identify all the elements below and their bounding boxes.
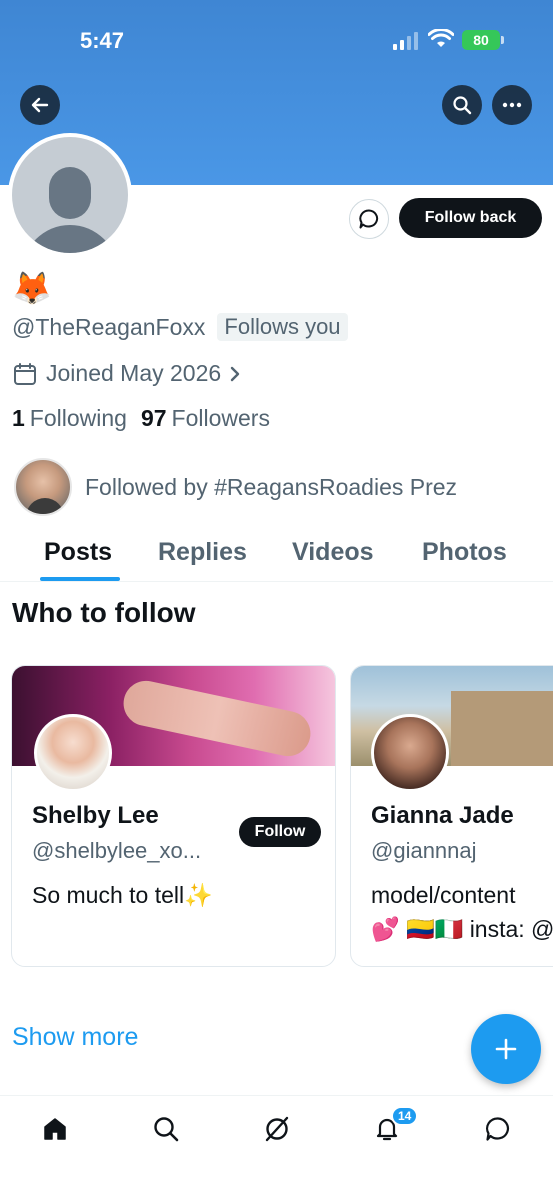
show-more-link[interactable]: Show more bbox=[12, 1023, 138, 1052]
message-bubble-icon bbox=[486, 1117, 510, 1141]
card-user-name: Shelby Lee bbox=[32, 802, 159, 829]
suggested-user-card[interactable]: Gianna Jade @giannnaj model/content 💕 🇨🇴… bbox=[350, 665, 553, 967]
following-label: Following bbox=[29, 405, 127, 431]
card-user-handle: @giannnaj bbox=[371, 838, 477, 863]
followed-by-row[interactable]: Followed by #ReagansRoadies Prez bbox=[14, 458, 457, 516]
following-link[interactable]: 1 Following bbox=[12, 405, 127, 432]
active-tab-indicator bbox=[40, 577, 120, 581]
follow-counts: 1 Following 97 Followers bbox=[12, 405, 270, 432]
follower-avatar bbox=[14, 458, 72, 516]
follow-back-button[interactable]: Follow back bbox=[399, 198, 542, 238]
status-time: 5:47 bbox=[80, 28, 125, 53]
tab-videos[interactable]: Videos bbox=[292, 538, 374, 567]
followers-count: 97 bbox=[140, 405, 167, 431]
search-icon bbox=[154, 1117, 179, 1142]
wifi-icon bbox=[428, 29, 454, 47]
nav-grok[interactable] bbox=[260, 1112, 294, 1146]
suggested-user-card[interactable]: Shelby Lee @shelbylee_xo... So much to t… bbox=[11, 665, 336, 967]
grok-icon bbox=[265, 1116, 289, 1142]
card-user-handle: @shelbylee_xo... bbox=[32, 838, 202, 863]
message-bubble-icon bbox=[359, 209, 379, 229]
nav-messages[interactable] bbox=[481, 1112, 515, 1146]
following-count: 1 bbox=[12, 405, 25, 431]
more-dots-icon bbox=[502, 102, 522, 108]
nav-search[interactable] bbox=[149, 1112, 183, 1146]
followers-label: Followers bbox=[171, 405, 270, 431]
handle-row: @TheReaganFoxx Follows you bbox=[12, 313, 348, 341]
follows-you-badge: Follows you bbox=[217, 313, 348, 341]
status-bar: 5:47 80 bbox=[0, 0, 553, 80]
tab-photos[interactable]: Photos bbox=[422, 538, 507, 567]
calendar-icon bbox=[14, 362, 36, 385]
card-user-name: Gianna Jade bbox=[371, 802, 514, 829]
card-user-bio: model/content 💕 🇨🇴🇮🇹 insta: @ bbox=[371, 878, 553, 946]
tab-replies[interactable]: Replies bbox=[158, 538, 247, 567]
card-avatar[interactable] bbox=[371, 714, 449, 792]
display-name: 🦊 bbox=[12, 270, 52, 306]
joined-date-row[interactable]: Joined May 2026 bbox=[12, 360, 249, 387]
battery-icon: 80 bbox=[462, 30, 504, 50]
cellular-signal-icon bbox=[393, 32, 418, 50]
who-to-follow-title: Who to follow bbox=[12, 597, 196, 628]
card-user-bio: So much to tell✨ bbox=[32, 882, 213, 908]
more-options-button[interactable] bbox=[492, 85, 532, 125]
search-button[interactable] bbox=[442, 85, 482, 125]
profile-handle: @TheReaganFoxx bbox=[12, 313, 206, 340]
arrow-left-icon bbox=[31, 97, 49, 113]
plus-icon bbox=[495, 1038, 517, 1060]
notification-badge: 14 bbox=[391, 1106, 419, 1126]
card-follow-button[interactable]: Follow bbox=[239, 817, 321, 847]
joined-date: Joined May 2026 bbox=[46, 360, 222, 386]
home-icon bbox=[44, 1118, 66, 1140]
profile-avatar[interactable] bbox=[8, 133, 132, 257]
followed-by-text: Followed by #ReagansRoadies Prez bbox=[85, 473, 458, 500]
followers-link[interactable]: 97 Followers bbox=[141, 405, 270, 432]
bottom-navigation bbox=[0, 1095, 553, 1200]
battery-level: 80 bbox=[473, 32, 489, 48]
tab-posts[interactable]: Posts bbox=[44, 538, 112, 567]
search-icon bbox=[453, 96, 472, 115]
default-avatar-icon bbox=[12, 137, 128, 253]
card-avatar[interactable] bbox=[34, 714, 112, 792]
message-button[interactable] bbox=[349, 199, 389, 239]
compose-post-button[interactable] bbox=[471, 1014, 541, 1084]
card-bio-line: 💕 🇨🇴🇮🇹 insta: @ bbox=[371, 916, 553, 942]
card-bio-line: model/content bbox=[371, 882, 516, 908]
nav-home[interactable] bbox=[38, 1112, 72, 1146]
profile-tabs: Posts Replies Videos Photos bbox=[0, 532, 553, 582]
back-button[interactable] bbox=[20, 85, 60, 125]
chevron-right-icon bbox=[230, 366, 240, 381]
